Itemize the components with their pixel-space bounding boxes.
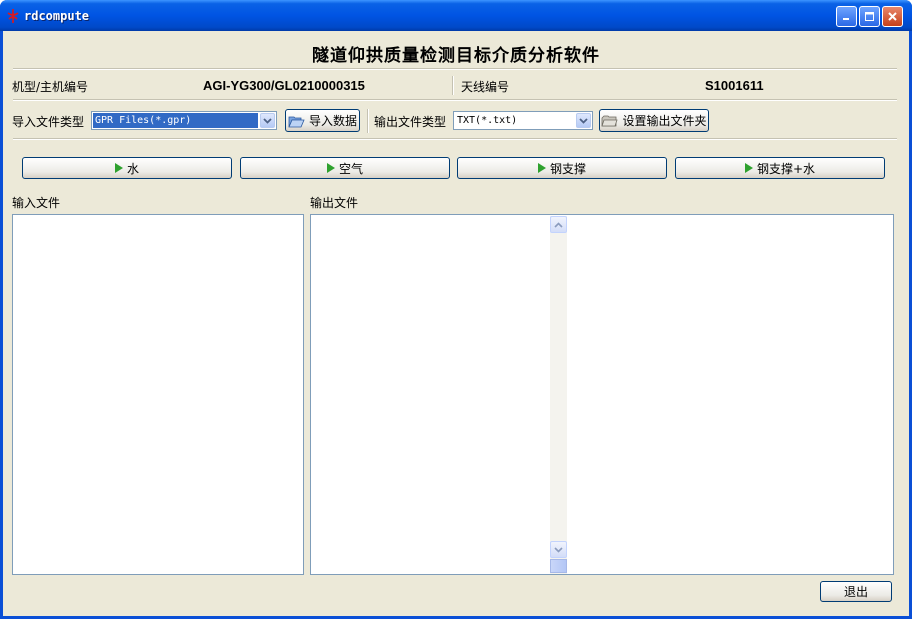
scroll-thumb[interactable]: [550, 559, 567, 573]
maximize-icon: [865, 12, 874, 21]
title-bar[interactable]: rdcompute: [0, 0, 912, 31]
divider: [367, 109, 369, 133]
model-value: AGI-YG300/GL0210000315: [203, 78, 365, 93]
import-type-select[interactable]: GPR Files(*.gpr): [91, 111, 277, 130]
import-type-value: GPR Files(*.gpr): [93, 113, 258, 128]
play-icon: [326, 163, 335, 173]
export-type-select[interactable]: TXT(*.txt): [453, 111, 593, 130]
input-file-list[interactable]: [12, 214, 304, 575]
media-button-label: 钢支撑: [549, 161, 586, 176]
folder-open-icon: [288, 114, 305, 128]
dropdown-arrow[interactable]: [260, 113, 275, 128]
export-type-value: TXT(*.txt): [457, 115, 518, 126]
divider: [13, 99, 897, 101]
scroll-down-button[interactable]: [550, 541, 567, 558]
chevron-down-icon: [579, 117, 588, 124]
play-icon: [744, 163, 753, 173]
media-button-label: 钢支撑+水: [756, 161, 816, 176]
output-file-list[interactable]: [310, 214, 894, 575]
media-button-water[interactable]: 水: [22, 157, 232, 179]
chevron-down-icon: [554, 546, 563, 553]
close-icon: [888, 12, 897, 21]
input-files-label: 输入文件: [12, 196, 61, 210]
close-button[interactable]: [882, 6, 903, 27]
import-type-label: 导入文件类型: [12, 115, 85, 129]
divider: [452, 76, 454, 95]
antenna-label: 天线编号: [461, 80, 510, 94]
play-icon: [537, 163, 546, 173]
exit-button[interactable]: 退出: [820, 581, 892, 602]
divider: [13, 138, 897, 140]
app-window: rdcompute 隧道仰拱质量检测目标介质分析软件 机型/主机编号 AGI-Y…: [0, 0, 912, 619]
set-output-folder-label: 设置输出文件夹: [622, 114, 707, 128]
divider: [13, 68, 897, 70]
folder-icon: [601, 114, 619, 128]
set-output-folder-button[interactable]: 设置输出文件夹: [599, 109, 709, 132]
minimize-icon: [843, 18, 849, 20]
export-type-label: 输出文件类型: [374, 115, 447, 129]
app-icon: [7, 9, 19, 23]
media-button-steel-support-water[interactable]: 钢支撑+水: [675, 157, 885, 179]
chevron-up-icon: [554, 221, 563, 228]
dropdown-arrow[interactable]: [576, 113, 591, 128]
import-data-button[interactable]: 导入数据: [285, 109, 360, 132]
model-label: 机型/主机编号: [12, 80, 89, 94]
scroll-up-button[interactable]: [550, 216, 567, 233]
media-button-air[interactable]: 空气: [240, 157, 450, 179]
output-files-label: 输出文件: [310, 196, 359, 210]
media-button-label: 水: [126, 161, 139, 176]
media-button-label: 空气: [338, 161, 363, 176]
antenna-value: S1001611: [705, 78, 764, 93]
maximize-button[interactable]: [859, 6, 880, 27]
exit-label: 退出: [843, 585, 868, 599]
window-title: rdcompute: [24, 9, 90, 23]
page-title: 隧道仰拱质量检测目标介质分析软件: [312, 46, 600, 66]
minimize-button[interactable]: [836, 6, 857, 27]
import-data-label: 导入数据: [308, 114, 357, 128]
play-icon: [114, 163, 123, 173]
chevron-down-icon: [263, 117, 272, 124]
output-scrollbar[interactable]: [550, 216, 567, 574]
media-button-steel-support[interactable]: 钢支撑: [457, 157, 667, 179]
